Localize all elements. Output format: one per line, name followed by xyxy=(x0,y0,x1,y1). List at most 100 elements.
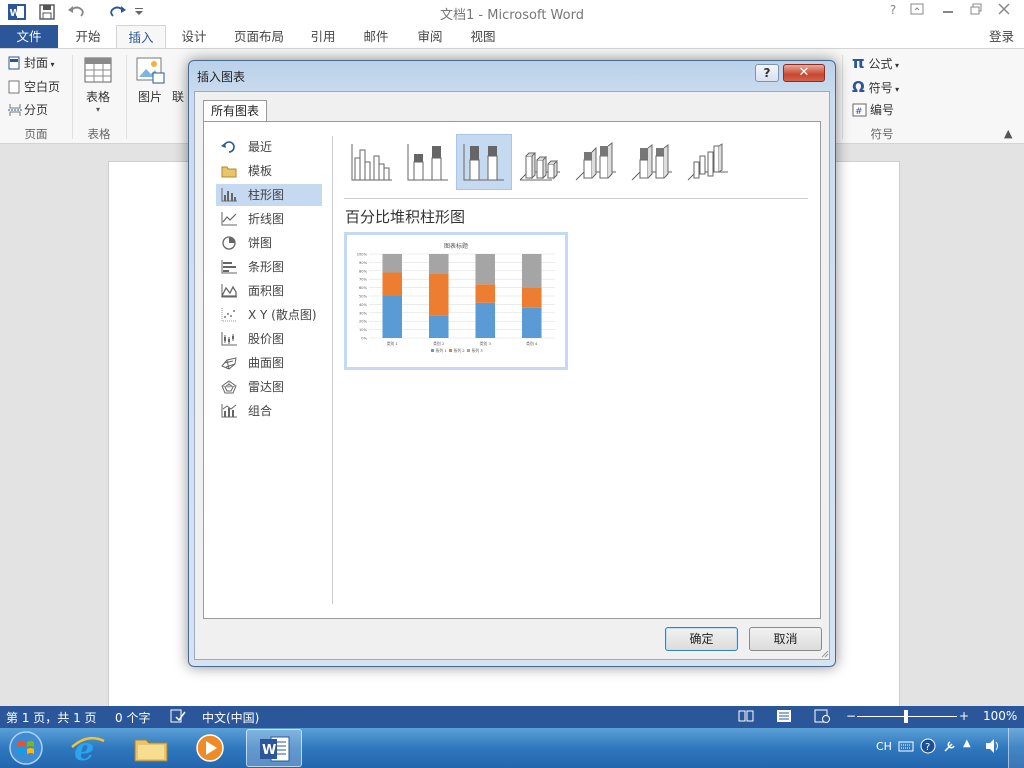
tab-references[interactable]: 引用 xyxy=(300,25,346,49)
collapse-ribbon-icon[interactable]: ▲ xyxy=(1004,127,1012,140)
web-layout-icon[interactable] xyxy=(814,709,830,723)
tab-design[interactable]: 设计 xyxy=(170,25,218,49)
radar-chart-icon xyxy=(221,380,237,394)
tab-home[interactable]: 开始 xyxy=(62,25,114,49)
volume-icon[interactable] xyxy=(984,738,1002,754)
page-count[interactable]: 第 1 页，共 1 页 xyxy=(6,709,97,726)
cancel-button[interactable]: 取消 xyxy=(749,627,822,651)
dialog-body: 所有图表 最近 模板 柱形图 折线图 饼图 条形图 面积图 X Y (散点图) … xyxy=(194,91,830,660)
show-desktop-button[interactable] xyxy=(1008,728,1024,768)
tab-view[interactable]: 视图 xyxy=(460,25,506,49)
media-player-icon[interactable] xyxy=(193,732,227,764)
sign-in-link[interactable]: 登录 xyxy=(989,25,1014,48)
category-line[interactable]: 折线图 xyxy=(216,208,322,230)
preview-chart-title: 图表标题 xyxy=(444,242,468,250)
category-radar[interactable]: 雷达图 xyxy=(216,376,322,398)
x-tick-label: 类别 2 xyxy=(433,341,445,346)
online-pictures-label: 联 xyxy=(172,90,185,104)
dialog-help-button[interactable]: ? xyxy=(755,64,779,82)
stacked-column-icon[interactable] xyxy=(400,134,456,190)
clustered-column-icon[interactable] xyxy=(344,134,400,190)
restore-icon[interactable] xyxy=(970,3,992,21)
ime-indicator[interactable]: CH xyxy=(876,740,892,753)
category-recent[interactable]: 最近 xyxy=(216,136,322,158)
bar-segment xyxy=(521,287,542,308)
picture-button[interactable] xyxy=(136,57,166,85)
zoom-in-button[interactable]: + xyxy=(959,709,969,723)
group-label-symbols: 符号 xyxy=(870,127,894,141)
tab-mailings[interactable]: 邮件 xyxy=(352,25,400,49)
blank-page-button[interactable]: 空白页 xyxy=(8,77,60,97)
print-layout-icon[interactable] xyxy=(776,709,792,723)
cover-page-button[interactable]: 封面 ▾ xyxy=(8,53,55,73)
category-scatter[interactable]: X Y (散点图) xyxy=(216,304,322,326)
3d-stacked-column-icon[interactable] xyxy=(568,134,624,190)
pie-chart-icon xyxy=(221,236,237,250)
category-area[interactable]: 面积图 xyxy=(216,280,322,302)
category-label: 最近 xyxy=(248,140,273,154)
y-tick-label: 60% xyxy=(359,286,368,290)
word-count[interactable]: 0 个字 xyxy=(115,709,150,726)
equation-button[interactable]: π 公式 ▾ xyxy=(852,53,899,73)
number-button[interactable]: # 编号 xyxy=(852,100,894,120)
dialog-title: 插入图表 xyxy=(197,70,246,84)
preview-x-axis: 类别 1 类别 2 类别 3 类别 4 xyxy=(387,341,538,346)
tab-insert[interactable]: 插入 xyxy=(116,25,166,50)
ribbon-display-options-icon[interactable] xyxy=(910,3,932,21)
help-circle-icon[interactable]: ? xyxy=(920,738,936,754)
percent-stacked-column-icon[interactable] xyxy=(456,134,512,190)
resize-grip-icon[interactable] xyxy=(821,650,829,658)
3d-clustered-column-icon[interactable] xyxy=(512,134,568,190)
close-icon[interactable] xyxy=(998,3,1020,21)
picture-icon xyxy=(136,57,166,85)
category-templates[interactable]: 模板 xyxy=(216,160,322,182)
help-icon[interactable]: ? xyxy=(882,3,904,21)
table-dropdown-icon[interactable]: ▾ xyxy=(96,105,100,114)
tray-settings-icon[interactable] xyxy=(942,738,958,754)
read-mode-icon[interactable] xyxy=(738,709,754,723)
category-stock[interactable]: 股价图 xyxy=(216,328,322,350)
y-tick-label: 90% xyxy=(359,261,368,265)
insert-chart-dialog: 插入图表 ? ✕ 所有图表 最近 模板 柱形图 折线图 饼图 条形图 面积图 X… xyxy=(188,60,836,667)
category-surface[interactable]: 曲面图 xyxy=(216,352,322,374)
zoom-slider-thumb[interactable] xyxy=(904,710,908,723)
category-pie[interactable]: 饼图 xyxy=(216,232,322,254)
symbol-label: 符号 xyxy=(868,81,893,95)
zoom-out-button[interactable]: − xyxy=(846,709,856,723)
taskbar: e W CH ? ▲ xyxy=(0,728,1024,768)
word-taskbar-button[interactable]: W xyxy=(246,729,302,767)
table-label: 表格 xyxy=(86,90,111,104)
minimize-icon[interactable] xyxy=(942,3,964,21)
tab-file[interactable]: 文件 xyxy=(0,25,58,49)
category-combo[interactable]: 组合 xyxy=(216,400,322,422)
symbol-button[interactable]: Ω 符号 ▾ xyxy=(852,77,899,97)
surface-chart-icon xyxy=(221,356,237,370)
subtype-divider xyxy=(344,198,808,199)
internet-explorer-icon[interactable]: e xyxy=(70,731,106,765)
legend-label: 系列 1 xyxy=(436,348,448,353)
language[interactable]: 中文(中国) xyxy=(202,709,259,726)
dialog-close-button[interactable]: ✕ xyxy=(783,64,825,82)
ok-button[interactable]: 确定 xyxy=(665,627,738,651)
file-explorer-icon[interactable] xyxy=(132,732,170,764)
tab-page-layout[interactable]: 页面布局 xyxy=(224,25,294,49)
3d-percent-stacked-column-icon[interactable] xyxy=(624,134,680,190)
proofing-icon[interactable] xyxy=(170,708,186,724)
3d-column-icon[interactable] xyxy=(680,134,736,190)
show-hidden-icons-icon[interactable]: ▲ xyxy=(963,738,971,749)
keyboard-icon[interactable] xyxy=(898,739,914,753)
tab-review[interactable]: 审阅 xyxy=(406,25,454,49)
category-bar[interactable]: 条形图 xyxy=(216,256,322,278)
category-column[interactable]: 柱形图 xyxy=(216,184,322,206)
tab-all-charts[interactable]: 所有图表 xyxy=(203,100,267,122)
chart-panel: 最近 模板 柱形图 折线图 饼图 条形图 面积图 X Y (散点图) 股价图 曲… xyxy=(203,121,821,619)
table-button[interactable] xyxy=(84,57,116,83)
bar-segment xyxy=(521,307,542,338)
chart-preview[interactable]: 图表标题 0% 10% 20% 30% 40% 50% 60% 70% 80% 90% 100% 类… xyxy=(344,232,568,370)
zoom-level[interactable]: 100% xyxy=(983,709,1017,723)
bar-segment xyxy=(475,254,496,285)
start-orb-icon[interactable] xyxy=(6,730,46,766)
close-icon: ✕ xyxy=(798,65,810,80)
page-break-button[interactable]: 分页 xyxy=(8,100,48,120)
legend-label: 系列 3 xyxy=(472,348,484,353)
